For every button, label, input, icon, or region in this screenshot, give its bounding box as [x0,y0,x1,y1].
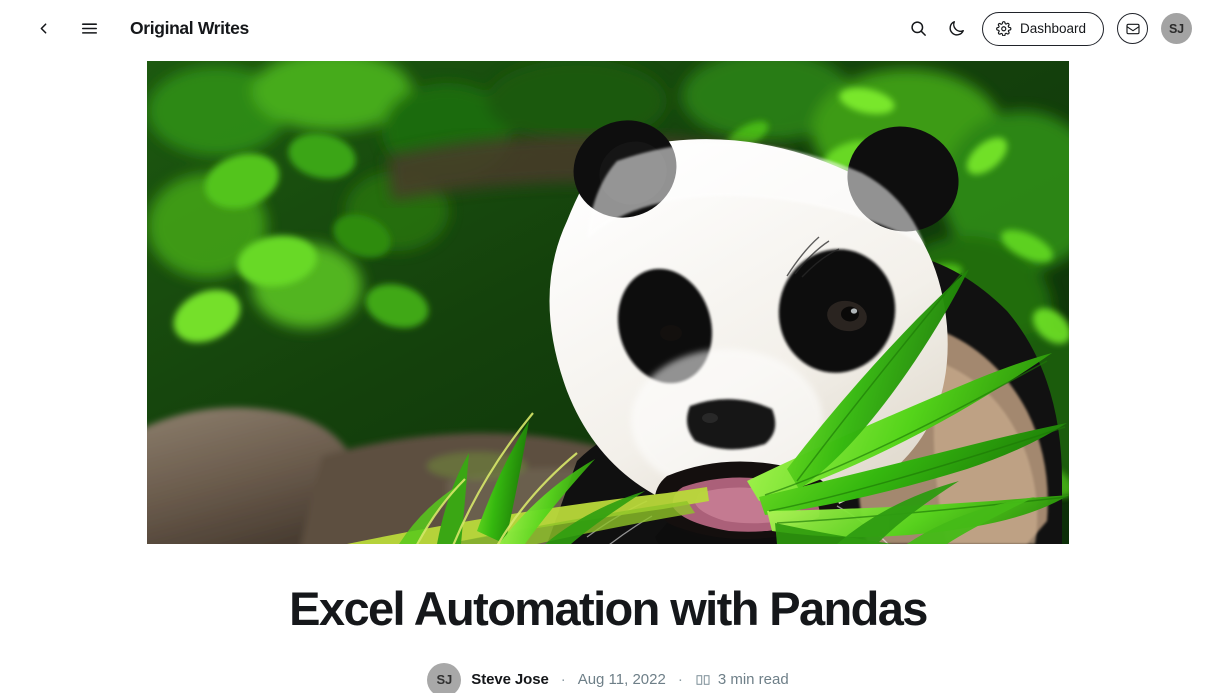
chevron-left-icon [40,23,47,34]
article-byline: SJ Steve Jose · Aug 11, 2022 · 3 min rea… [427,662,789,693]
back-button[interactable] [32,17,55,40]
mail-button[interactable] [1117,13,1148,44]
search-button[interactable] [906,16,931,41]
dashboard-button[interactable]: Dashboard [982,11,1104,46]
menu-button[interactable] [77,16,102,41]
reading-time-label: 3 min read [717,671,789,689]
search-icon [911,21,927,36]
site-header: Original Writes Dashboard SJ [0,0,1216,57]
panda-photo [147,61,1069,544]
dashboard-button-label: Dashboard [1019,21,1086,36]
reading-time: 3 min read [695,671,789,688]
author-avatar-initials: SJ [436,672,453,688]
header-right-group: Dashboard SJ [906,11,1192,46]
dark-mode-toggle[interactable] [944,16,969,41]
author-avatar[interactable]: SJ [427,662,462,693]
user-avatar-initials: SJ [1169,21,1184,36]
article-hero-image [147,61,1069,544]
site-title[interactable]: Original Writes [130,18,249,39]
moon-icon [949,21,965,36]
byline-separator-2: · [677,671,683,689]
user-avatar[interactable]: SJ [1161,13,1192,44]
open-book-icon [695,672,711,688]
author-name[interactable]: Steve Jose [471,671,548,688]
header-left-group: Original Writes [32,16,249,41]
gear-icon [996,20,1012,37]
envelope-icon [1125,23,1140,34]
article: Excel Automation with Pandas SJ Steve Jo… [0,57,1216,693]
article-title: Excel Automation with Pandas [289,582,928,635]
publish-date: Aug 11, 2022 [577,671,666,689]
hamburger-menu-icon [81,23,98,34]
byline-separator-1: · [560,671,566,689]
